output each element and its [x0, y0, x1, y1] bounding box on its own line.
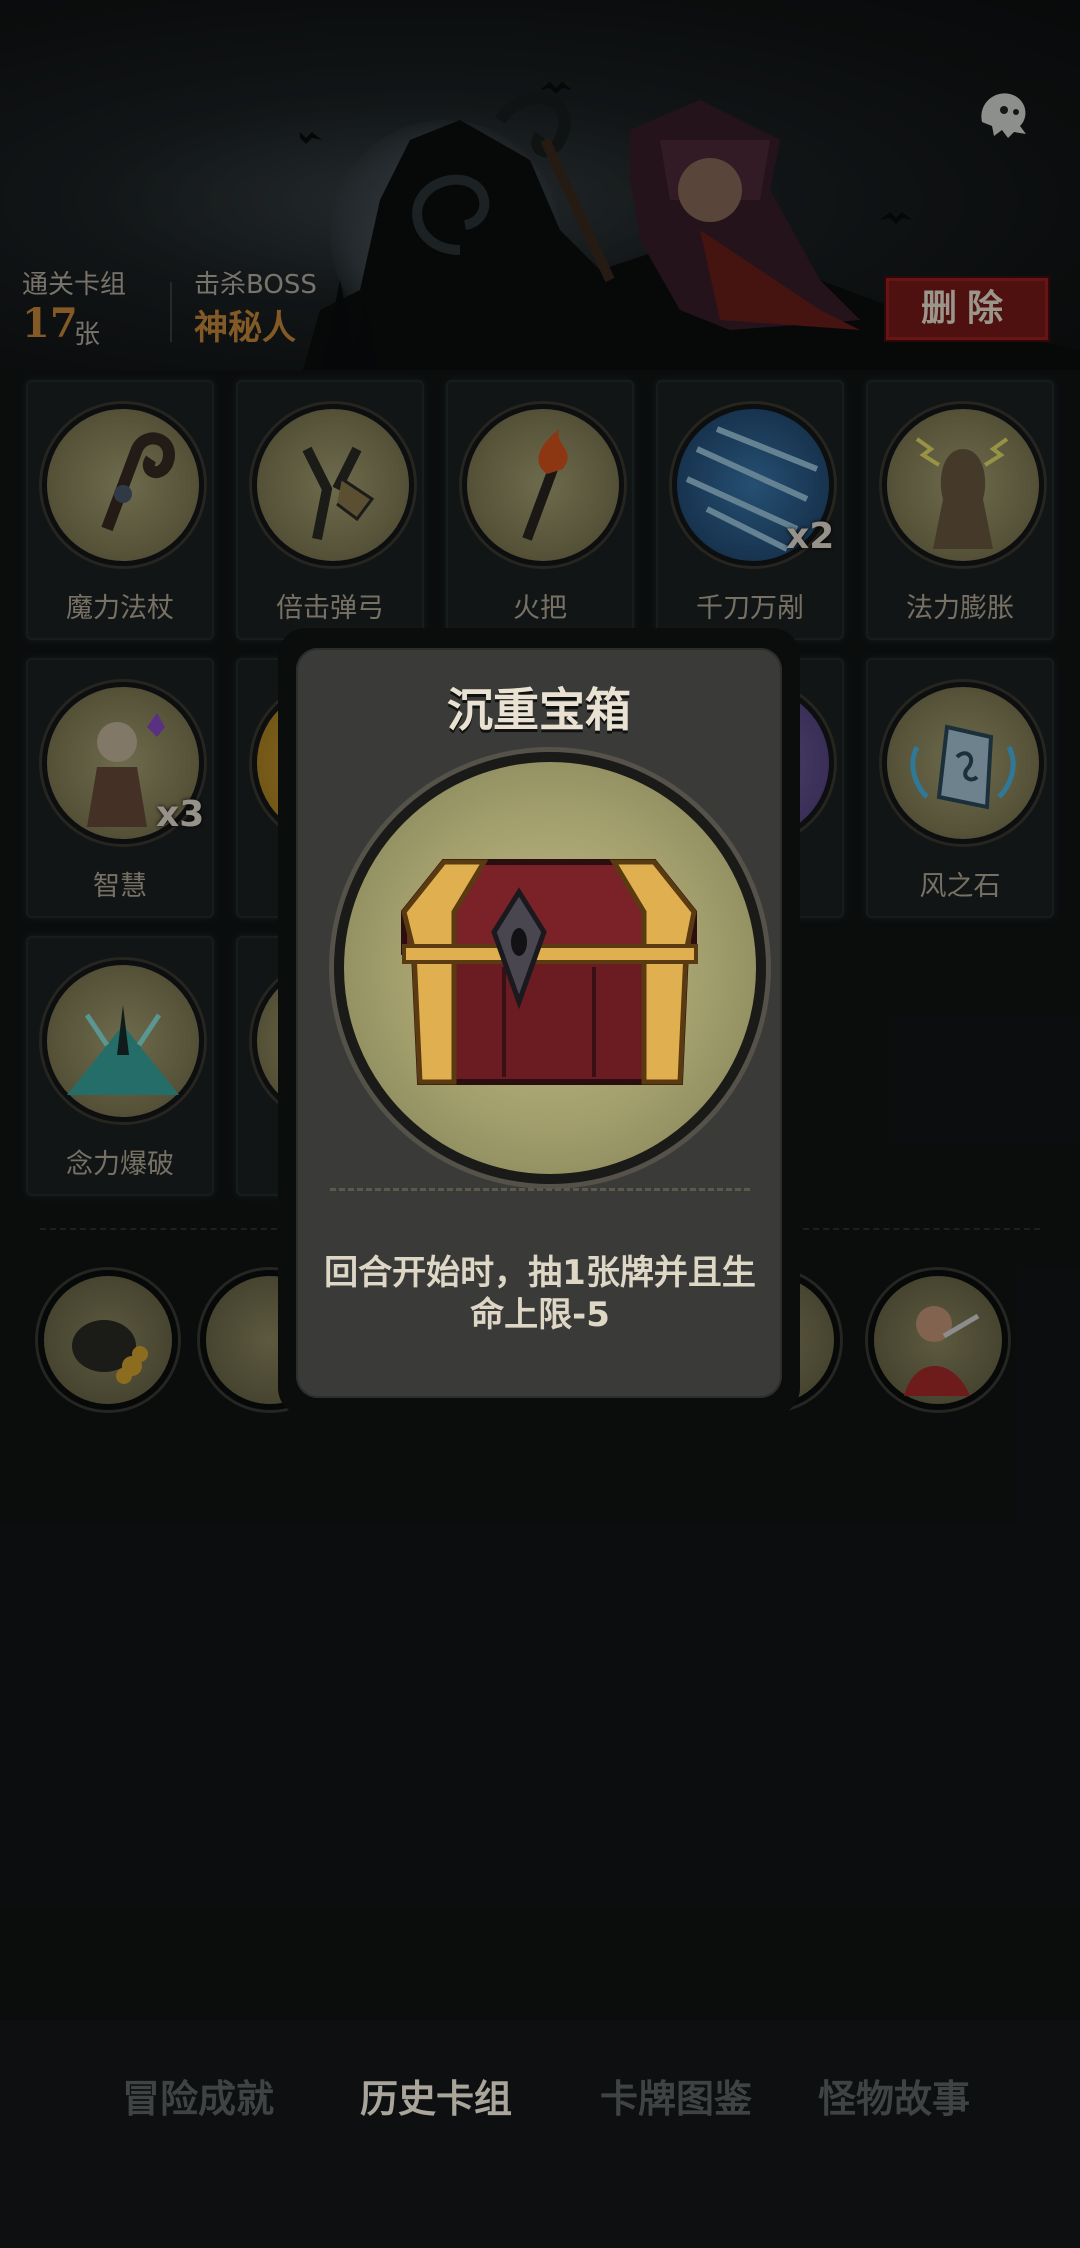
tab-card-codex[interactable]: 卡牌图鉴	[600, 2068, 752, 2123]
heavy-chest-art	[334, 752, 766, 1184]
popup-divider	[330, 1188, 750, 1191]
tab-monster-stories[interactable]: 怪物故事	[818, 2068, 970, 2123]
popup-title: 沉重宝箱	[447, 683, 631, 737]
popup-description: 回合开始时，抽1张牌并且生命上限-5	[324, 1253, 756, 1335]
tab-achievements[interactable]: 冒险成就	[122, 2068, 274, 2123]
tab-history-deck[interactable]: 历史卡组	[360, 2068, 512, 2123]
bottom-nav	[0, 2020, 1080, 2248]
